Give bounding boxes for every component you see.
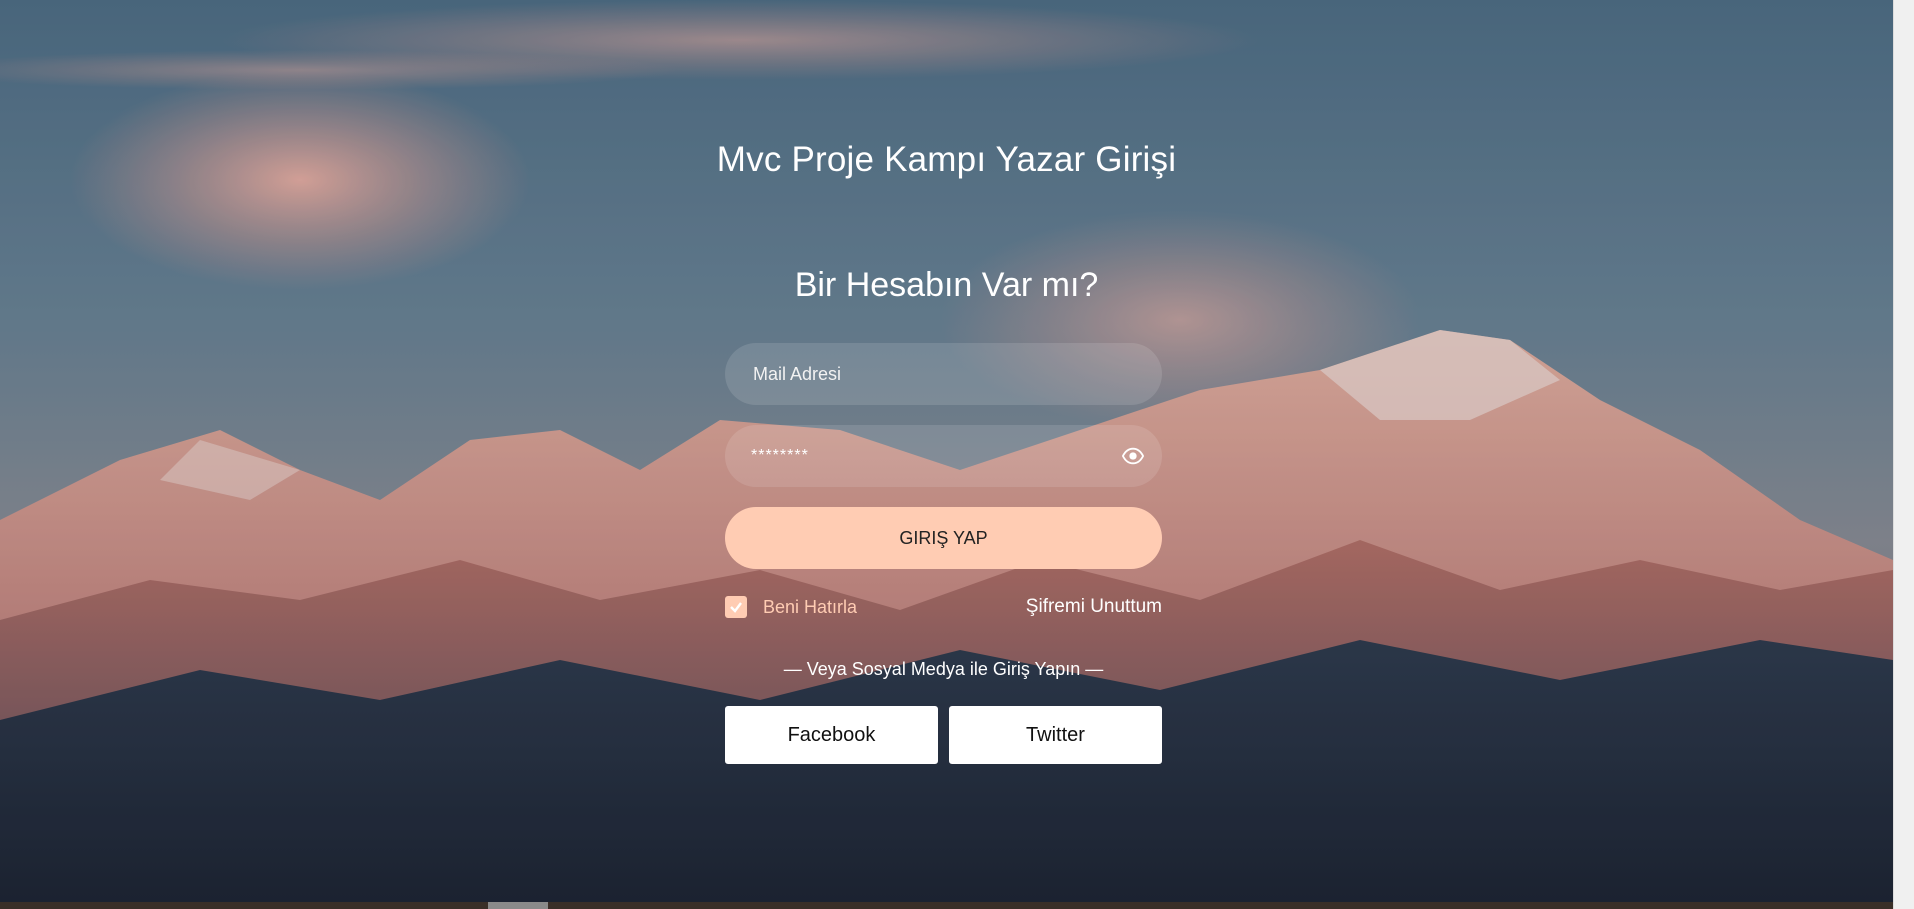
- email-input[interactable]: [751, 362, 1136, 386]
- eye-icon[interactable]: [1122, 445, 1144, 467]
- password-input[interactable]: ********: [751, 447, 809, 465]
- page-title: Mvc Proje Kampı Yazar Girişi: [716, 140, 1177, 179]
- email-field[interactable]: [725, 343, 1162, 405]
- remember-me-label: Beni Hatırla: [763, 596, 858, 617]
- social-login-buttons: Facebook Twitter: [725, 706, 1162, 764]
- facebook-button[interactable]: Facebook: [725, 706, 938, 764]
- page-subtitle: Bir Hesabın Var mı?: [794, 266, 1099, 304]
- options-row: Beni Hatırla Şifremi Unuttum: [725, 593, 1162, 621]
- forgot-password-link[interactable]: Şifremi Unuttum: [1026, 596, 1162, 618]
- remember-me-checkbox[interactable]: Beni Hatırla: [725, 596, 857, 618]
- password-field[interactable]: ********: [725, 425, 1162, 487]
- horizontal-scrollbar[interactable]: [0, 902, 1893, 909]
- login-page: Mvc Proje Kampı Yazar Girişi Bir Hesabın…: [0, 0, 1914, 909]
- horizontal-scrollbar-thumb[interactable]: [488, 902, 548, 909]
- login-button[interactable]: GIRIŞ YAP: [725, 507, 1162, 569]
- check-icon: [730, 602, 742, 613]
- twitter-button[interactable]: Twitter: [949, 706, 1162, 764]
- vertical-scrollbar[interactable]: [1893, 0, 1914, 909]
- checkbox-box[interactable]: [725, 596, 747, 618]
- login-form: ******** GIRIŞ YAP Beni Hatırla Şifremi …: [725, 343, 1162, 764]
- social-divider-text: — Veya Sosyal Medya ile Giriş Yapın —: [783, 659, 1104, 679]
